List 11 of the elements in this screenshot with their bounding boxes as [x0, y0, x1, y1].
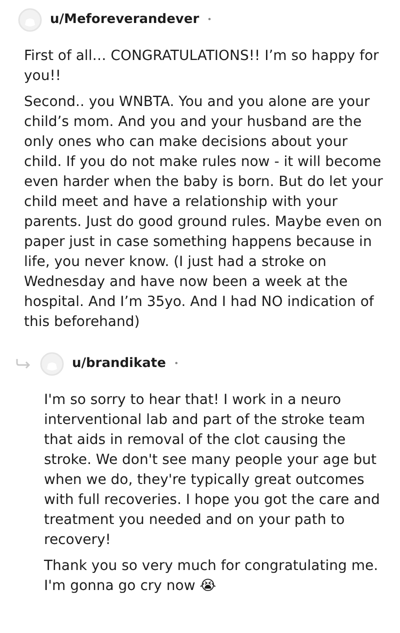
- comment-paragraph: First of all… CONGRATULATIONS!! I’m so happy for you!!: [24, 47, 380, 86]
- separator-dot: •: [174, 358, 179, 370]
- reply-arrow-icon: [16, 359, 32, 369]
- comment-paragraph: Second.. you WNBTA. You and you alone are your child’s mom. And you and your husband are the only ones who can make decisions about your child. If you do not make rules now - it will become even harder when the baby is born. But do let your child meet and have a relationship with your parents. Just do good ground rules. Maybe even on paper just in case something happens because in life, you never know. (I just had a stroke on Wednesday and have now been a week at the hospital. And I’m 35yo. And I had NO indication of this beforehand): [24, 93, 384, 332]
- avatar-icon: [18, 8, 42, 32]
- comment-paragraph: I'm so sorry to hear that! I work in a neuro interventional lab and part of the stroke team that aids in removal of the clot causing the stroke. We don't see many people your age but when we do, they're typically great outcomes with full recoveries. I hope you got the care and treatment you needed and on your path to recovery!: [44, 391, 381, 550]
- username[interactable]: u/Meforeverandever: [50, 10, 200, 30]
- comment-paragraph: Thank you so very much for congratulating me. I'm gonna go cry now 😭: [44, 557, 380, 596]
- username[interactable]: u/brandikate: [72, 354, 166, 374]
- avatar-icon: [40, 352, 64, 376]
- separator-dot: •: [207, 14, 212, 26]
